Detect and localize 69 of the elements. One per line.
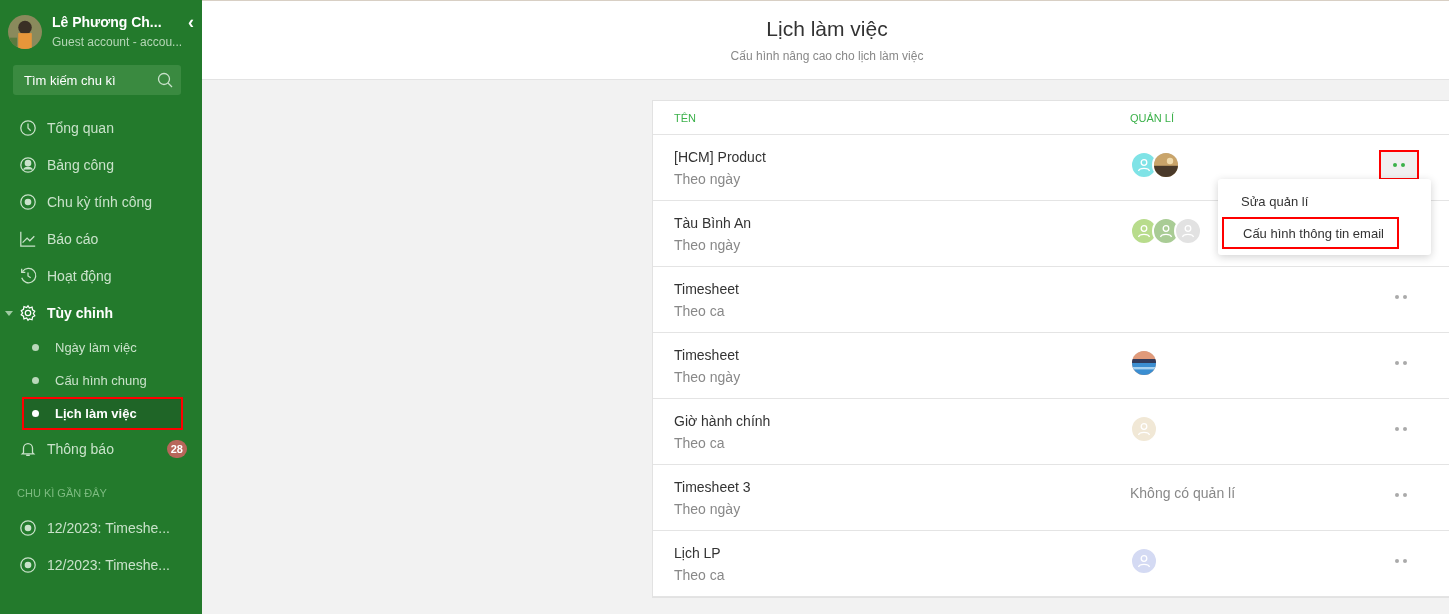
user-icon xyxy=(1159,224,1173,238)
user-icon xyxy=(1137,158,1151,172)
search-box[interactable]: Tìm kiếm chu kì xyxy=(13,65,181,95)
collapse-button[interactable]: ‹ xyxy=(188,12,194,33)
nav-item[interactable]: Bảng công xyxy=(0,146,202,183)
history-icon xyxy=(19,266,37,285)
search-field[interactable]: Tìm kiếm chu kì xyxy=(24,65,157,95)
nav-label: 12/2023: Timeshe... xyxy=(47,519,170,536)
menu-item[interactable]: Sửa quản lí xyxy=(1218,185,1431,217)
user-name: Lê Phương Ch... xyxy=(52,14,163,30)
nav-label: Hoạt động xyxy=(47,267,112,284)
radio-icon xyxy=(19,555,37,574)
column-header: QUẢN LÍ xyxy=(1130,111,1175,124)
schedule-name: Timesheet 3 xyxy=(674,478,752,495)
column-header: TÊN xyxy=(673,111,697,124)
bullet-icon xyxy=(32,377,39,384)
nav-subitem[interactable]: Lịch làm việc xyxy=(22,397,183,430)
nav-label: Chu kỳ tính công xyxy=(47,193,153,210)
user-icon xyxy=(19,155,37,174)
chart-icon xyxy=(19,229,37,248)
schedule-type: Theo ca xyxy=(674,566,726,583)
nav-label: Tổng quan xyxy=(47,119,114,136)
schedule-type: Theo ngày xyxy=(674,368,742,385)
more-button[interactable] xyxy=(1379,150,1419,180)
nav-subitem[interactable]: Ngày làm việc xyxy=(22,331,183,364)
page-subtitle: Cấu hình nâng cao cho lịch làm việc xyxy=(730,49,924,63)
schedule-type: Theo ngày xyxy=(674,500,742,517)
schedule-name: Lịch LP xyxy=(674,544,722,561)
nav-item[interactable]: Chu kỳ tính công xyxy=(0,183,202,220)
recent-item[interactable]: 12/2023: Timeshe... xyxy=(0,546,202,583)
nav-item[interactable]: Thông báo 28 xyxy=(0,430,202,467)
nav-item[interactable]: Tùy chỉnh xyxy=(0,294,202,331)
user-icon xyxy=(1137,224,1151,238)
nav-label: Thông báo xyxy=(47,440,114,457)
nav-item[interactable]: Báo cáo xyxy=(0,220,202,257)
bullet-icon xyxy=(32,344,39,351)
page-title: Lịch làm việc xyxy=(766,17,888,41)
clock-icon xyxy=(19,118,37,137)
schedule-name: Giờ hành chính xyxy=(674,412,772,429)
nav-label: 12/2023: Timeshe... xyxy=(47,556,170,573)
caret-icon xyxy=(5,308,13,317)
search-icon xyxy=(157,72,173,88)
user-icon xyxy=(1137,554,1151,568)
nav-item[interactable]: Hoạt động xyxy=(0,257,202,294)
menu-item[interactable]: Cấu hình thông tin email xyxy=(1222,217,1399,249)
nav-item[interactable]: Tổng quan xyxy=(0,109,202,146)
nav-label: Báo cáo xyxy=(47,230,99,247)
radio-icon xyxy=(19,192,37,211)
count-badge: 28 xyxy=(166,439,187,458)
schedule-name: Timesheet xyxy=(674,346,740,363)
schedule-name: Timesheet xyxy=(674,280,740,297)
section-title: CHU KÌ GẦN ĐÂY xyxy=(16,486,108,501)
nav-label: Bảng công xyxy=(47,156,114,173)
user-icon xyxy=(1137,422,1151,436)
avatar[interactable] xyxy=(8,14,42,49)
radio-icon xyxy=(19,518,37,537)
nav-label: Tùy chỉnh xyxy=(47,304,114,321)
schedule-name: Tàu Bình An xyxy=(674,214,753,231)
recent-item[interactable]: 12/2023: Timeshe... xyxy=(0,509,202,546)
schedule-type: Theo ngày xyxy=(674,236,742,253)
user-icon xyxy=(1181,224,1195,238)
bullet-icon xyxy=(32,410,39,417)
schedule-name: [HCM] Product xyxy=(674,148,767,165)
schedule-type: Theo ca xyxy=(674,434,726,451)
nav-subitem[interactable]: Cấu hình chung xyxy=(22,364,183,397)
gear-icon xyxy=(19,303,37,322)
schedule-type: Theo ca xyxy=(674,302,726,319)
no-manager-text: Không có quản lí xyxy=(1130,484,1237,501)
schedule-type: Theo ngày xyxy=(674,170,742,187)
